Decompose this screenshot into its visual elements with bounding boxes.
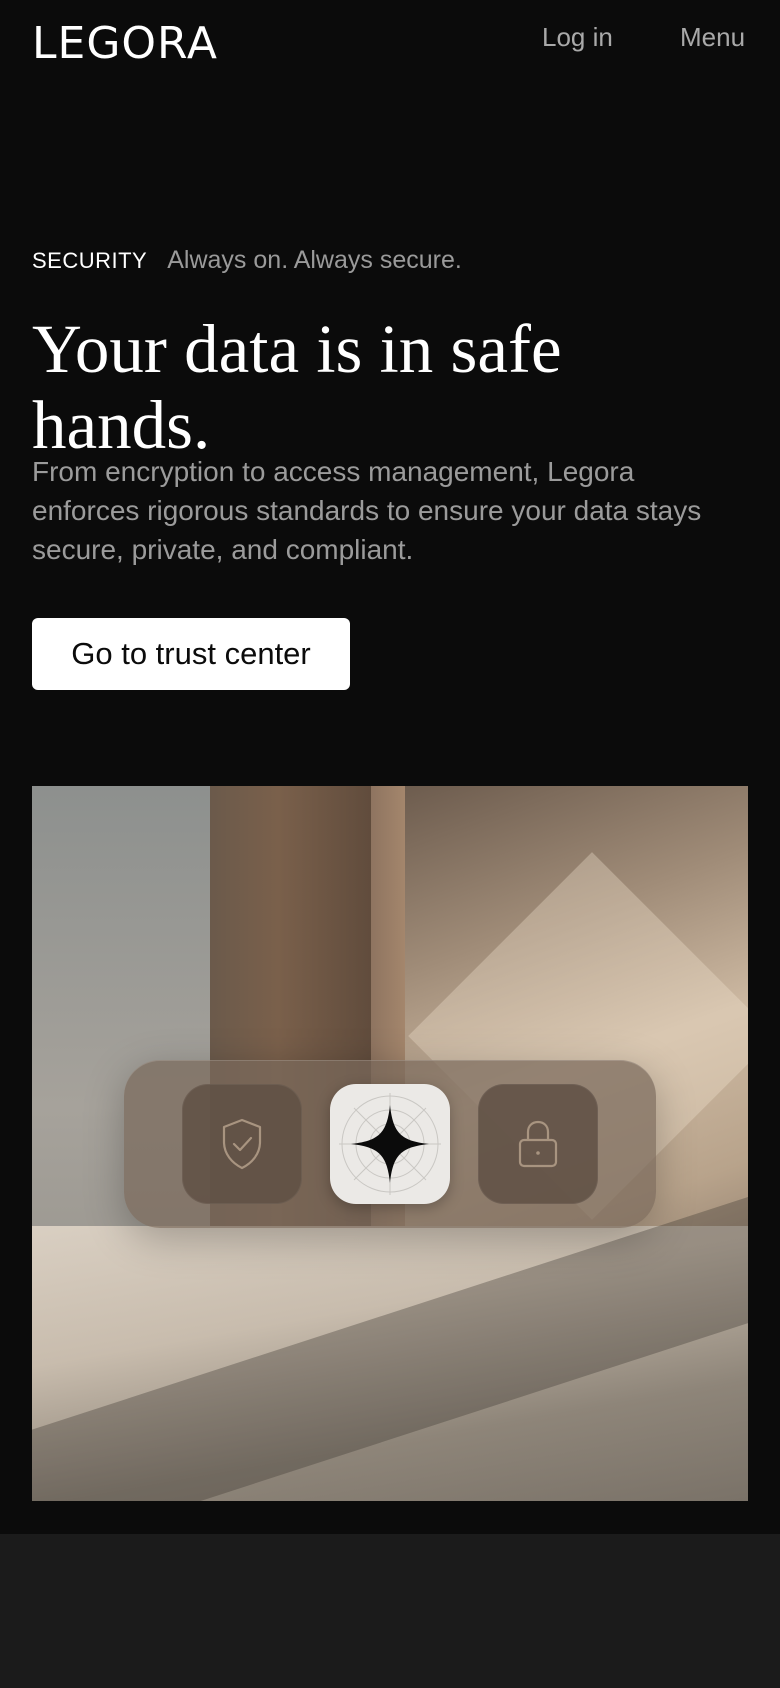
login-link[interactable]: Log in xyxy=(542,24,613,50)
shield-check-icon xyxy=(222,1118,262,1170)
security-illustration xyxy=(32,786,748,1501)
section-description: From encryption to access management, Le… xyxy=(32,456,702,565)
icon-tray xyxy=(124,1060,656,1228)
page-headline: Your data is in safe hands. xyxy=(32,311,562,463)
section-eyebrow: SECURITY Always on. Always secure. xyxy=(32,246,462,275)
legora-star-icon xyxy=(339,1093,441,1195)
shield-tile xyxy=(182,1084,302,1204)
trust-center-button[interactable]: Go to trust center xyxy=(32,618,350,690)
lock-tile xyxy=(478,1084,598,1204)
legora-logo[interactable]: LEGORA xyxy=(32,22,218,66)
lock-icon xyxy=(518,1120,558,1168)
section-tag: SECURITY xyxy=(32,248,148,273)
legora-logo-tile xyxy=(330,1084,450,1204)
next-section-band xyxy=(0,1534,780,1688)
section-tagline: Always on. Always secure. xyxy=(167,246,462,274)
menu-button[interactable]: Menu xyxy=(680,24,745,50)
